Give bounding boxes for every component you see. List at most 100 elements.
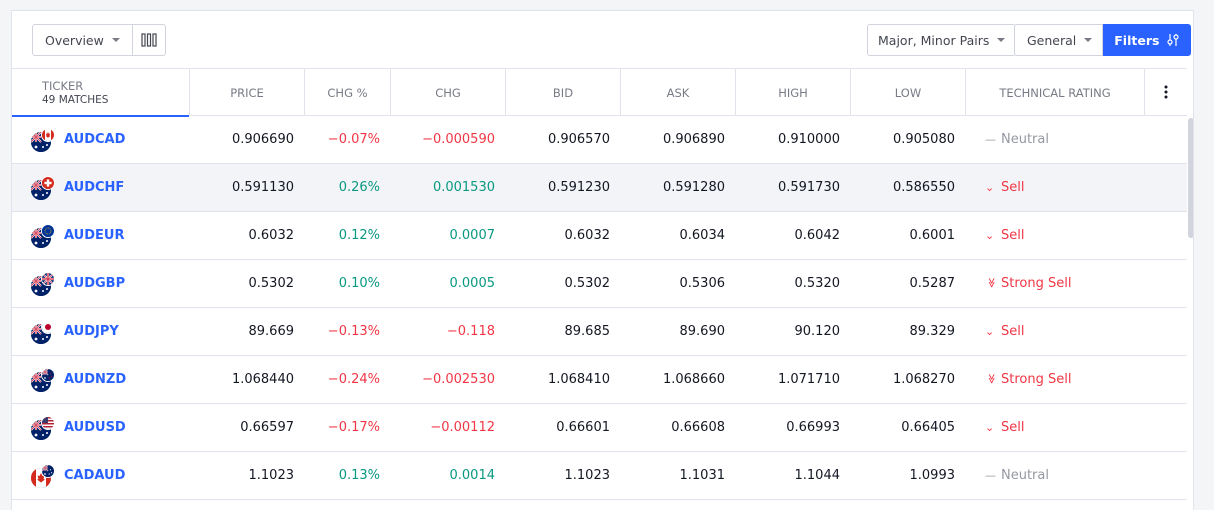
symbol-cell: AUDCAD: [31, 116, 125, 163]
column-header-price[interactable]: Price: [189, 69, 304, 116]
filters-button[interactable]: Filters: [1103, 24, 1192, 56]
toolbar: Overview Major, Minor Pairs General Filt…: [12, 11, 1193, 68]
ticker-link[interactable]: AUDJPY: [64, 324, 119, 339]
high-cell: 0.5320: [794, 276, 841, 291]
rating-label: Sell: [1001, 180, 1025, 195]
currency-pair-flag-icon: [31, 175, 55, 200]
chevron-down-icon: ⌄: [985, 229, 995, 242]
ticker-link[interactable]: AUDEUR: [64, 228, 124, 243]
rating-label: Neutral: [1001, 468, 1049, 483]
chg-pct-header-label: Chg %: [327, 85, 368, 100]
ask-cell: 0.591280: [662, 180, 725, 195]
price-cell: 0.66597: [240, 420, 294, 435]
chg-pct-cell: −0.13%: [327, 324, 380, 339]
dash-icon: —: [985, 133, 996, 146]
chg-cell: 0.0005: [449, 276, 496, 291]
rating-label: Sell: [1001, 228, 1025, 243]
currency-pair-flag-icon: [31, 367, 55, 392]
bid-cell: 1.1023: [564, 468, 611, 483]
low-header-label: Low: [894, 85, 922, 100]
column-header-low[interactable]: Low: [850, 69, 965, 116]
scrollbar[interactable]: [1187, 116, 1193, 510]
symbol-cell: AUDEUR: [31, 212, 124, 259]
bid-cell: 0.591230: [547, 180, 610, 195]
view-dropdown[interactable]: Overview: [33, 25, 132, 55]
symbol-cell: AUDGBP: [31, 260, 125, 307]
price-cell: 0.906690: [231, 132, 294, 147]
technical-rating-cell: ⌄ Sell: [985, 164, 1024, 211]
high-cell: 90.120: [794, 324, 841, 339]
pairs-dropdown[interactable]: Major, Minor Pairs: [867, 24, 1017, 56]
chg-cell: 0.0007: [449, 228, 496, 243]
column-header-ticker[interactable]: Ticker 49 matches: [12, 69, 189, 117]
table-row[interactable]: AUDEUR 0.6032 0.12% 0.0007 0.6032 0.6034 0.604…: [12, 212, 1187, 260]
ask-cell: 1.068660: [662, 372, 725, 387]
column-header-high[interactable]: High: [735, 69, 850, 116]
column-header-chg[interactable]: Chg: [390, 69, 505, 116]
rating-label: Sell: [1001, 420, 1025, 435]
table-row[interactable]: AUDCHF 0.591130 0.26% 0.001530 0.591230 0.591…: [12, 164, 1187, 212]
ticker-link[interactable]: CADAUD: [64, 468, 125, 483]
symbol-cell: AUDUSD: [31, 404, 126, 451]
chg-pct-cell: 0.26%: [338, 180, 380, 195]
high-cell: 1.1044: [794, 468, 841, 483]
column-header-bid[interactable]: Bid: [505, 69, 620, 116]
bid-cell: 0.6032: [564, 228, 611, 243]
columns-button[interactable]: [131, 25, 165, 55]
rating-header-label: Technical Rating: [999, 85, 1111, 100]
table-header: Ticker 49 matches Price Chg % Chg Bid As…: [12, 68, 1187, 117]
symbol-cell: CADAUD: [31, 452, 125, 499]
ticker-link[interactable]: AUDCAD: [64, 132, 125, 147]
chg-pct-cell: −0.17%: [327, 420, 380, 435]
low-cell: 89.329: [909, 324, 956, 339]
table-row[interactable]: AUDJPY 89.669 −0.13% −0.118 89.685 89.690 90.1…: [12, 308, 1187, 356]
high-cell: 0.910000: [777, 132, 840, 147]
table-row[interactable]: AUDNZD 1.068440 −0.24% −0.002530 1.068410 1.0…: [12, 356, 1187, 404]
chg-cell: 0.001530: [432, 180, 495, 195]
column-header-ask[interactable]: Ask: [620, 69, 735, 116]
chg-pct-cell: 0.13%: [338, 468, 380, 483]
currency-pair-flag-icon: [31, 127, 55, 152]
high-cell: 0.66993: [786, 420, 840, 435]
columns-icon: [141, 33, 157, 47]
caret-down-icon: [997, 38, 1006, 42]
scrollbar-thumb[interactable]: [1188, 118, 1193, 238]
table-row[interactable]: AUDUSD 0.66597 −0.17% −0.00112 0.66601 0.6660…: [12, 404, 1187, 452]
table-row[interactable]: AUDCAD 0.906690 −0.07% −0.000590 0.906570 0.9…: [12, 116, 1187, 164]
chg-cell: −0.002530: [422, 372, 495, 387]
screener-panel: Overview Major, Minor Pairs General Filt…: [11, 10, 1194, 510]
chg-cell: −0.000590: [422, 132, 495, 147]
currency-pair-flag-icon: [31, 415, 55, 440]
ticker-link[interactable]: AUDNZD: [64, 372, 126, 387]
filters-label: Filters: [1114, 32, 1160, 48]
column-header-rating[interactable]: Technical Rating: [965, 69, 1144, 116]
high-cell: 0.591730: [777, 180, 840, 195]
chg-cell: −0.118: [446, 324, 495, 339]
ask-cell: 0.5306: [679, 276, 726, 291]
ask-cell: 0.6034: [679, 228, 726, 243]
symbol-cell: AUDNZD: [31, 356, 126, 403]
more-vertical-icon: [1164, 85, 1168, 98]
ask-header-label: Ask: [666, 85, 690, 100]
ask-cell: 1.1031: [679, 468, 726, 483]
matches-count: 49 matches: [42, 94, 109, 106]
ticker-header-label: Ticker: [42, 79, 84, 93]
general-dropdown[interactable]: General: [1014, 24, 1104, 56]
ticker-link[interactable]: AUDUSD: [64, 420, 126, 435]
ticker-link[interactable]: AUDGBP: [64, 276, 125, 291]
column-header-chg-pct[interactable]: Chg %: [304, 69, 390, 116]
technical-rating-cell: ⌄ Sell: [985, 212, 1024, 259]
ticker-link[interactable]: AUDCHF: [64, 180, 124, 195]
price-cell: 0.5302: [248, 276, 295, 291]
chg-pct-cell: −0.24%: [327, 372, 380, 387]
technical-rating-cell: — Neutral: [985, 116, 1049, 163]
table-row[interactable]: CADAUD 1.1023 0.13% 0.0014 1.1023 1.1031 1.104…: [12, 452, 1187, 500]
price-cell: 1.1023: [248, 468, 295, 483]
column-menu-button[interactable]: [1144, 68, 1187, 115]
low-cell: 0.586550: [892, 180, 955, 195]
price-cell: 0.591130: [231, 180, 294, 195]
table-row[interactable]: AUDGBP 0.5302 0.10% 0.0005 0.5302 0.5306 0.532…: [12, 260, 1187, 308]
low-cell: 1.068270: [892, 372, 955, 387]
high-header-label: High: [778, 85, 808, 100]
low-cell: 1.0993: [909, 468, 956, 483]
